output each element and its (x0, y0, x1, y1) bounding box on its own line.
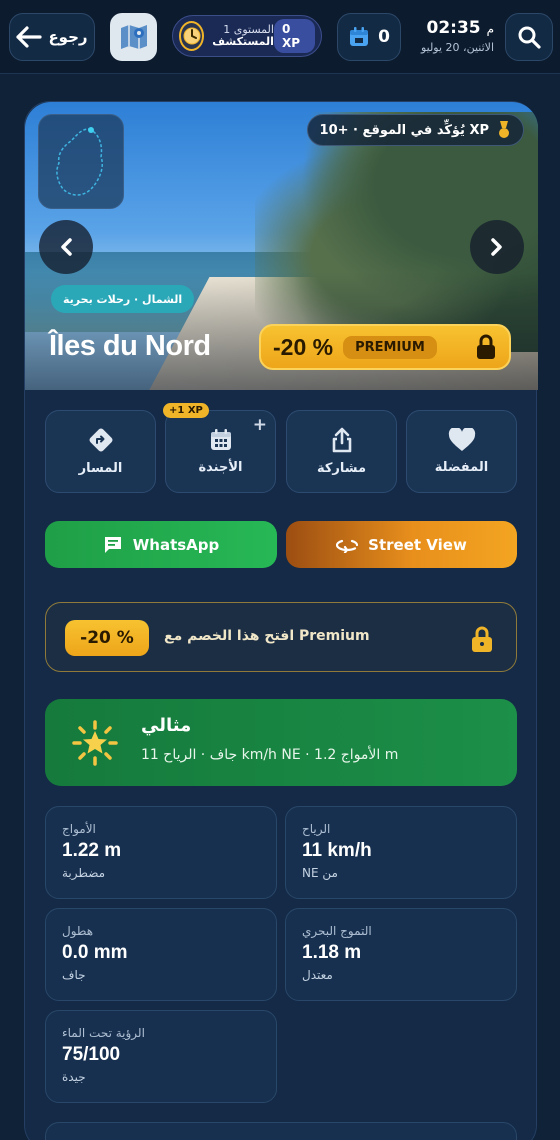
metric-value: 1.22 m (62, 840, 122, 861)
calendar-icon (210, 429, 231, 450)
metric-value: 0.0 mm (62, 942, 128, 963)
next-section-card (45, 1122, 517, 1140)
island-outline-icon (56, 127, 103, 196)
agenda-xp-badge: +1 XP (163, 403, 209, 418)
map-button[interactable] (110, 13, 157, 61)
route-label: المسار (78, 461, 123, 476)
back-button[interactable]: رجوع (9, 13, 95, 61)
directions-icon (89, 428, 112, 452)
whatsapp-label: WhatsApp (132, 535, 220, 554)
premium-label: PREMIUM (343, 335, 437, 359)
clock-icon (179, 21, 205, 51)
metric-sub: NE من (302, 866, 338, 880)
promo-discount: -20 % (65, 620, 149, 656)
metric-label: الأمواج (62, 822, 96, 836)
back-label: رجوع (48, 28, 88, 46)
spot-title: Îles du Nord (49, 330, 211, 362)
share-button[interactable]: مشاركة (286, 410, 397, 493)
date: الاثنين، 20 يوليو (420, 41, 494, 54)
next-photo-button[interactable] (470, 220, 524, 274)
chat-icon (104, 536, 121, 553)
verify-text: يُؤكِّد في الموقع · +10 XP (319, 122, 489, 138)
clock-display: 02:35 م الاثنين، 20 يوليو (412, 18, 494, 54)
region-category-pill: الشمال · رحلات بحرية (51, 285, 195, 313)
ampm: م (486, 22, 494, 36)
metric-label: التموج البحري (302, 924, 372, 938)
metric-swell: التموج البحري 1.18 m معتدل (285, 908, 517, 1001)
metric-sub: جاف (62, 968, 86, 982)
time: 02:35 (426, 18, 481, 38)
metric-precipitation: هطول 0.0 mm جاف (45, 908, 277, 1001)
plus-icon: + (252, 415, 267, 435)
level-xp-pill[interactable]: المستوى 1 المستكشف 0 XP (172, 15, 322, 57)
discount-percent: -20 % (273, 333, 334, 360)
xp-badge: 0 XP (273, 19, 315, 53)
whatsapp-button[interactable]: WhatsApp (45, 521, 277, 568)
metric-wind: الرياح 11 km/h NE من (285, 806, 517, 899)
favorite-button[interactable]: المفضلة (406, 410, 517, 493)
premium-promo-banner[interactable]: -20 % افتح هذا الخصم مع Premium (45, 602, 517, 672)
street-view-label: Street View (368, 535, 467, 554)
island-minimap[interactable] (38, 114, 124, 209)
condition-card: مثالي جاف · الرياح 11 km/h NE · الأمواج … (45, 699, 517, 786)
favorite-label: المفضلة (434, 460, 489, 475)
metric-value: 1.18 m (302, 942, 362, 963)
agenda-button[interactable]: +1 XP + الأجندة (163, 403, 276, 493)
metric-sub: جيدة (62, 1070, 86, 1084)
metric-value: 75/100 (62, 1044, 121, 1065)
top-bar: رجوع المستوى 1 المستكشف 0 XP 0 02:35 م ا… (0, 0, 560, 74)
metric-label: هطول (62, 924, 94, 938)
action-row: المسار +1 XP + الأجندة مشاركة المفضلة (45, 403, 517, 493)
calendar-count: 0 (378, 27, 390, 47)
metric-sub: مضطربة (62, 866, 106, 880)
metric-label: الرؤية تحت الماء (62, 1026, 145, 1040)
metric-value: 11 km/h (302, 840, 372, 861)
street-view-icon (336, 539, 359, 553)
back-arrow-icon (16, 26, 43, 48)
condition-summary: جاف · الرياح 11 km/h NE · الأمواج 1.2 m (141, 747, 399, 763)
route-button[interactable]: المسار (45, 410, 156, 493)
search-button[interactable] (505, 13, 553, 61)
share-label: مشاركة (316, 461, 367, 476)
heart-icon (448, 428, 475, 451)
sun-icon (72, 720, 118, 766)
calendar-icon (350, 27, 369, 46)
medal-icon (499, 121, 509, 138)
premium-discount-badge[interactable]: -20 % PREMIUM (259, 324, 511, 370)
spot-card: يُؤكِّد في الموقع · +10 XP الشمال · رحلا… (24, 101, 538, 1140)
street-view-button[interactable]: Street View (286, 521, 517, 568)
lock-icon (477, 334, 495, 359)
metric-sub: معتدل (302, 968, 333, 982)
calendar-button[interactable]: 0 (337, 13, 401, 61)
chevron-left-icon (61, 238, 72, 256)
metric-label: الرياح (302, 822, 331, 836)
share-icon (332, 427, 351, 453)
metric-underwater-visibility: الرؤية تحت الماء 75/100 جيدة (45, 1010, 277, 1103)
search-icon (518, 26, 541, 49)
map-icon (120, 25, 147, 49)
lock-icon (472, 626, 492, 652)
verify-onsite-pill[interactable]: يُؤكِّد في الموقع · +10 XP (306, 114, 524, 146)
condition-title: مثالي (141, 715, 192, 736)
metric-waves: الأمواج 1.22 m مضطربة (45, 806, 277, 899)
hero-image: يُؤكِّد في الموقع · +10 XP الشمال · رحلا… (25, 102, 538, 390)
chevron-right-icon (491, 238, 502, 256)
previous-photo-button[interactable] (39, 220, 93, 274)
promo-text: افتح هذا الخصم مع Premium (164, 628, 370, 644)
agenda-label: الأجندة (198, 460, 243, 475)
level-title: المستكشف (212, 35, 274, 48)
